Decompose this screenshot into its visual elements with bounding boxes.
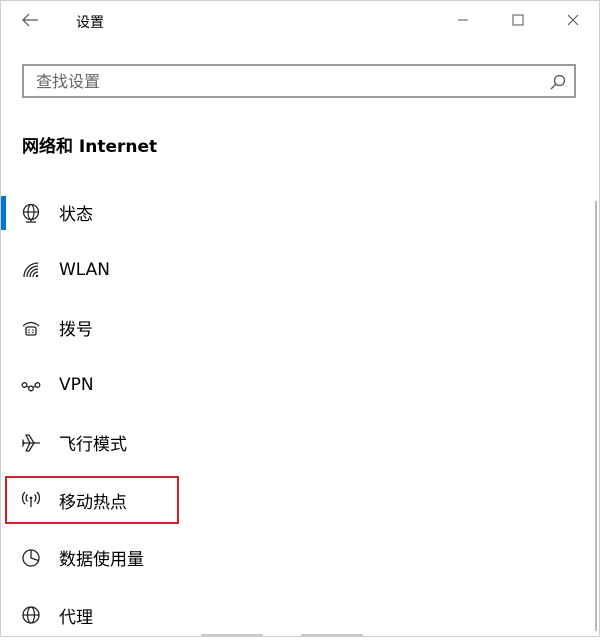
dial-up-icon (21, 318, 41, 338)
nav-item-wlan[interactable]: WLAN (1, 242, 599, 300)
back-button[interactable] (15, 7, 45, 33)
scrollbar[interactable] (595, 201, 597, 631)
nav-item-label: 飞行模式 (59, 430, 127, 455)
nav-item-label: 数据使用量 (59, 545, 144, 570)
minimize-icon (457, 14, 469, 26)
nav-item-label: 代理 (59, 603, 93, 628)
search-box (22, 64, 576, 98)
close-button[interactable] (553, 5, 593, 35)
maximize-button[interactable] (498, 5, 538, 35)
nav-list: 状态 WLAN (1, 184, 599, 644)
window-title: 设置 (76, 12, 104, 32)
bottom-edge-mark (201, 634, 263, 636)
nav-item-dialup[interactable]: 拨号 (1, 299, 599, 357)
nav-item-status[interactable]: 状态 (1, 184, 599, 242)
globe-proxy-icon (21, 605, 41, 625)
airplane-icon (21, 433, 41, 453)
nav-item-data-usage[interactable]: 数据使用量 (1, 529, 599, 587)
wifi-icon (21, 260, 41, 280)
nav-item-label: 拨号 (59, 315, 93, 340)
section-title: 网络和 Internet (22, 132, 157, 157)
selected-indicator (1, 196, 6, 230)
search-input[interactable] (36, 71, 536, 91)
nav-item-vpn[interactable]: VPN (1, 357, 599, 415)
bottom-edge-mark (301, 634, 363, 636)
search-icon[interactable] (548, 72, 568, 92)
minimize-button[interactable] (443, 5, 483, 35)
close-icon (567, 14, 579, 26)
settings-window: 设置 网络和 Internet (0, 0, 600, 637)
hotspot-highlight-box (5, 476, 179, 524)
nav-item-proxy[interactable]: 代理 (1, 587, 599, 644)
globe-status-icon (21, 203, 41, 223)
maximize-icon (512, 14, 524, 26)
data-usage-icon (21, 548, 41, 568)
title-bar: 设置 (1, 1, 599, 39)
vpn-icon (21, 375, 41, 395)
back-arrow-icon (21, 13, 39, 27)
nav-item-label: VPN (59, 375, 94, 395)
nav-item-airplane[interactable]: 飞行模式 (1, 414, 599, 472)
nav-item-label: WLAN (59, 260, 110, 280)
nav-item-label: 状态 (59, 200, 93, 225)
